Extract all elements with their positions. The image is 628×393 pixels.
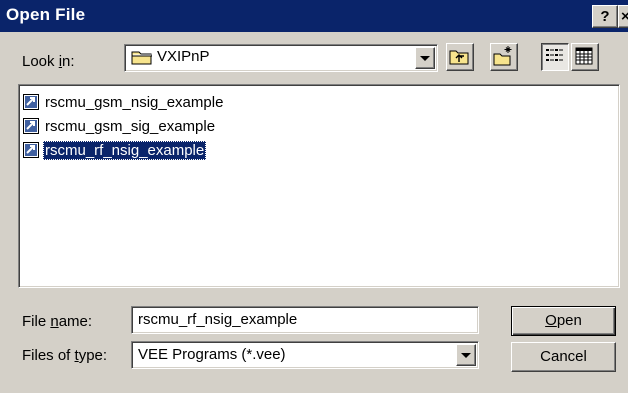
vee-program-icon [23, 94, 39, 110]
new-folder-icon [493, 46, 512, 66]
look-in-dropdown-button[interactable] [415, 47, 435, 69]
new-folder-button[interactable] [490, 43, 518, 71]
file-type-dropdown-button[interactable] [456, 344, 476, 366]
details-view-icon [575, 47, 593, 65]
file-type-combobox[interactable]: VEE Programs (*.vee) [131, 341, 479, 369]
help-button[interactable]: ? [592, 5, 618, 28]
title-bar[interactable] [0, 0, 628, 32]
up-one-level-button[interactable] [446, 43, 474, 71]
vee-program-icon [23, 142, 39, 158]
window-title: Open File [6, 5, 86, 24]
file-name-input[interactable]: rscmu_rf_nsig_example [131, 306, 479, 334]
file-type-label: Files of type: [22, 347, 108, 364]
cancel-button[interactable]: Cancel [511, 342, 616, 372]
list-item[interactable]: rscmu_gsm_nsig_example [23, 92, 225, 112]
look-in-label: Look in: [22, 53, 75, 70]
folder-icon [131, 49, 153, 65]
list-view-button[interactable] [541, 43, 569, 71]
file-list[interactable]: rscmu_gsm_nsig_example rscmu_gsm_sig_exa… [18, 84, 620, 288]
file-type-value: VEE Programs (*.vee) [138, 346, 286, 363]
list-view-icon [546, 49, 563, 61]
up-one-level-icon [449, 50, 469, 65]
open-button[interactable]: Open [511, 306, 616, 336]
file-name: rscmu_gsm_sig_example [45, 117, 216, 135]
list-item[interactable]: rscmu_gsm_sig_example [23, 116, 217, 136]
list-item-selected[interactable]: rscmu_rf_nsig_example [23, 140, 207, 160]
close-button[interactable]: × [618, 5, 628, 28]
look-in-value: VXIPnP [157, 48, 210, 65]
file-name-label: File name: [22, 313, 93, 330]
chevron-down-icon [420, 56, 430, 61]
file-name-value: rscmu_rf_nsig_example [138, 311, 298, 328]
vee-program-icon [23, 118, 39, 134]
file-name: rscmu_rf_nsig_example [43, 140, 207, 160]
details-view-button[interactable] [571, 43, 599, 71]
look-in-combobox[interactable]: VXIPnP [124, 44, 438, 72]
chevron-down-icon [461, 353, 471, 358]
file-name: rscmu_gsm_nsig_example [45, 93, 224, 111]
